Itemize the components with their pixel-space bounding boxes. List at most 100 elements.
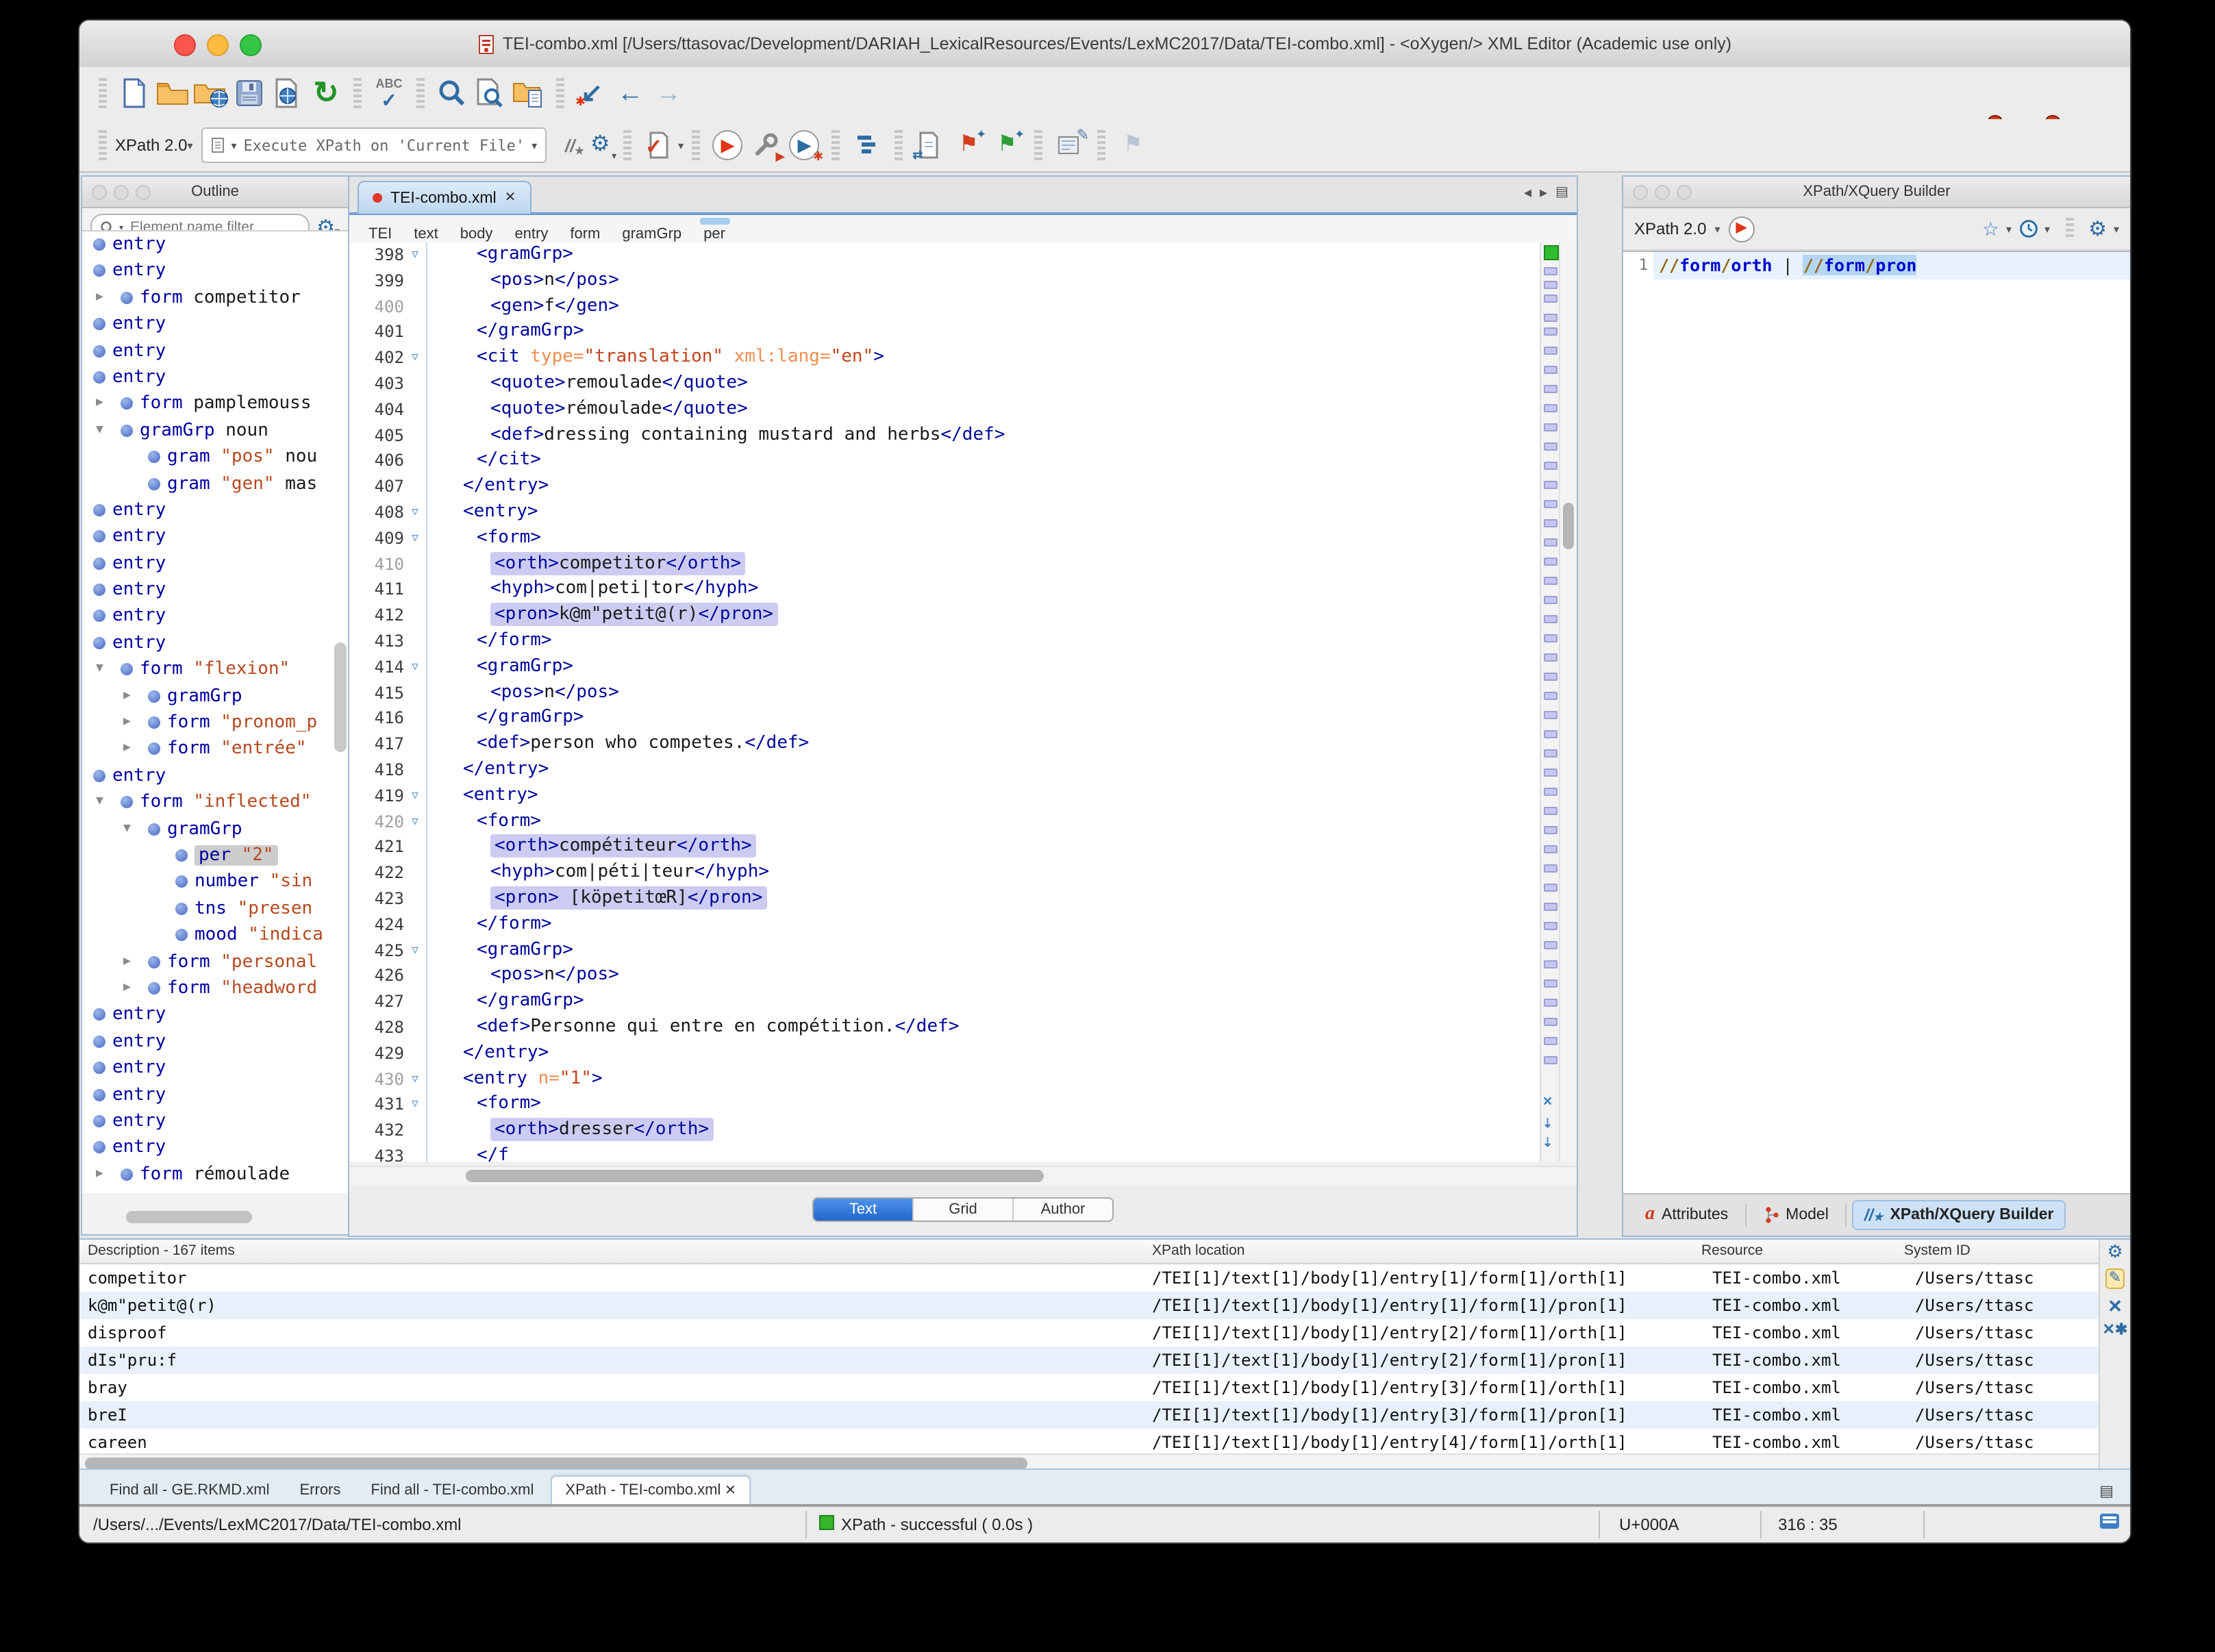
ruler-mark[interactable]: [1544, 366, 1557, 374]
code-line[interactable]: 402 ▽ <cit type="translation" xml:lang="en…: [349, 345, 1577, 371]
view-mode-author[interactable]: Author: [1012, 1199, 1112, 1221]
ruler-mark[interactable]: [1544, 768, 1557, 777]
code-line[interactable]: 421 <orth>compétiteur</orth>: [349, 834, 1577, 861]
fold-triangle-icon[interactable]: ▽: [404, 242, 426, 268]
fold-triangle-icon[interactable]: ▽: [404, 938, 426, 964]
code-line[interactable]: 420 ▽ <form>: [349, 809, 1577, 835]
ruler-mark[interactable]: [1544, 538, 1557, 547]
history-clock-icon[interactable]: [2018, 219, 2038, 238]
outline-item[interactable]: ▶ form "personal: [82, 949, 348, 975]
outline-item[interactable]: entry: [82, 763, 348, 790]
code-line[interactable]: 418 </entry>: [349, 757, 1577, 784]
fold-triangle-icon[interactable]: ▽: [404, 1066, 426, 1092]
results-xpath-header[interactable]: XPath location: [1152, 1242, 1244, 1259]
builder-settings-gear-icon[interactable]: ⚙: [2088, 216, 2107, 241]
reload-icon[interactable]: ↻: [307, 74, 345, 112]
close-tab-icon[interactable]: ✕: [721, 1484, 736, 1499]
code-line[interactable]: 416 </gramGrp>: [349, 705, 1577, 732]
remove-result-icon[interactable]: ✕: [2107, 1297, 2123, 1315]
results-systemid-header[interactable]: System ID: [1904, 1242, 1970, 1259]
collapse-triangle-icon[interactable]: ▼: [123, 816, 131, 842]
builder-tab-attributes[interactable]: a Attributes: [1634, 1200, 1739, 1230]
message-tooltip-icon[interactable]: [2100, 1514, 2119, 1529]
code-line[interactable]: 412 <pron>k@m"petit@(r)</pron>: [349, 603, 1577, 629]
code-line[interactable]: 414 ▽ <gramGrp>: [349, 654, 1577, 681]
outline-item[interactable]: gram "pos" nou: [82, 444, 348, 471]
xpath-version-select[interactable]: XPath 2.0: [115, 136, 187, 155]
ruler-mark[interactable]: [1544, 347, 1557, 355]
xpath-expression-combo[interactable]: ▾ Execute XPath on 'Current File' ▾: [201, 127, 547, 163]
ruler-clear-icon[interactable]: ✕: [1542, 1094, 1553, 1110]
breadcrumb-item-entry[interactable]: entry: [514, 226, 548, 242]
ruler-mark[interactable]: [1544, 634, 1557, 642]
bottom-tab-xpath-tei-combo-xml[interactable]: XPath - TEI-combo.xml ✕: [550, 1475, 751, 1505]
prev-tab-icon[interactable]: ◂: [1524, 184, 1531, 201]
toolbar-grip[interactable]: [353, 78, 362, 108]
toolbar-grip[interactable]: [831, 130, 840, 160]
outline-item[interactable]: ▼ form "inflected": [82, 789, 348, 816]
code-line[interactable]: 424 </form>: [349, 912, 1577, 938]
ruler-mark[interactable]: [1544, 423, 1557, 431]
toolbar-grip[interactable]: [1034, 130, 1043, 160]
last-modification-icon[interactable]: ↙ ✱: [573, 74, 611, 112]
code-line[interactable]: 408 ▽ <entry>: [349, 499, 1577, 526]
open-url-icon[interactable]: [192, 74, 230, 112]
outline-item[interactable]: entry: [82, 231, 348, 258]
search-icon[interactable]: [433, 74, 471, 112]
save-as-url-icon[interactable]: [268, 74, 307, 112]
editor-horizontal-scrollbar[interactable]: [349, 1166, 1577, 1185]
code-line[interactable]: 415 <pos>n</pos>: [349, 680, 1577, 706]
fold-triangle-icon[interactable]: ▽: [404, 809, 426, 835]
ruler-mark[interactable]: [1544, 615, 1557, 623]
find-resource-icon[interactable]: [510, 74, 548, 112]
debug-scenario-icon[interactable]: ▶ ✱: [785, 126, 823, 164]
expression-line[interactable]: 1 //form/orth | //form/pron: [1623, 252, 2130, 279]
code-line[interactable]: 410 <orth>competitor</orth>: [349, 551, 1577, 577]
ruler-mark[interactable]: [1544, 979, 1557, 988]
ruler-mark[interactable]: [1544, 519, 1557, 527]
ruler-mark[interactable]: [1544, 999, 1557, 1007]
ruler-mark[interactable]: [1544, 481, 1557, 489]
ruler-mark[interactable]: [1544, 404, 1557, 412]
expand-triangle-icon[interactable]: ▶: [96, 1161, 103, 1188]
code-line[interactable]: 426 <pos>n</pos>: [349, 963, 1577, 990]
expand-triangle-icon[interactable]: ▶: [123, 683, 131, 710]
ruler-mark[interactable]: [1544, 845, 1557, 853]
ruler-mark[interactable]: [1544, 314, 1557, 322]
execute-xpath-button[interactable]: ▶: [1728, 216, 1755, 242]
ruler-mark[interactable]: [1544, 673, 1557, 681]
outline-item[interactable]: entry: [82, 577, 348, 603]
check-wellformed-icon[interactable]: ⚑ ✦: [949, 126, 988, 164]
expand-triangle-icon[interactable]: ▶: [96, 391, 103, 418]
ruler-mark[interactable]: [1544, 500, 1557, 508]
code-line[interactable]: 400 <gen>f</gen>: [349, 294, 1577, 320]
xpath-settings-gear-icon[interactable]: ⚙ ▾: [585, 126, 616, 164]
ruler-mark[interactable]: [1544, 385, 1557, 393]
results-resource-header[interactable]: Resource: [1701, 1242, 1763, 1259]
ruler-mark[interactable]: [1544, 281, 1557, 289]
remove-all-results-icon[interactable]: ✕✱: [2103, 1323, 2128, 1338]
expand-triangle-icon[interactable]: ▶: [123, 736, 131, 763]
ruler-mark[interactable]: [1544, 692, 1557, 700]
highlight-results-icon[interactable]: ✎: [2105, 1268, 2125, 1289]
code-line[interactable]: 406 </cit>: [349, 448, 1577, 475]
ruler-mark[interactable]: [1544, 596, 1557, 604]
toolbar-grip[interactable]: [894, 130, 903, 160]
ruler-mark[interactable]: [1544, 1037, 1557, 1045]
run-validation-scenario-icon[interactable]: ⚑ ✦: [988, 126, 1026, 164]
outline-item[interactable]: ▶ form "pronom_p: [82, 710, 348, 736]
code-line[interactable]: 429 </entry>: [349, 1040, 1577, 1066]
code-line[interactable]: 425 ▽ <gramGrp>: [349, 938, 1577, 964]
outline-item[interactable]: entry: [82, 338, 348, 364]
outline-item[interactable]: entry: [82, 364, 348, 391]
favorites-star-icon[interactable]: ☆: [1982, 217, 1999, 240]
save-icon[interactable]: [230, 74, 268, 112]
toolbar-grip[interactable]: [1097, 130, 1106, 160]
results-description-header[interactable]: Description - 167 items: [88, 1242, 235, 1259]
toolbar-grip[interactable]: [556, 78, 564, 108]
forward-icon[interactable]: →: [649, 74, 688, 112]
outline-horizontal-scrollbar[interactable]: [126, 1211, 252, 1223]
close-tab-icon[interactable]: ✕: [505, 190, 516, 205]
code-editor[interactable]: 398 ▽ <gramGrp> 399 <pos>n</pos> 400 <gen>f</g…: [349, 242, 1577, 1162]
outline-item[interactable]: per "2": [82, 842, 348, 869]
